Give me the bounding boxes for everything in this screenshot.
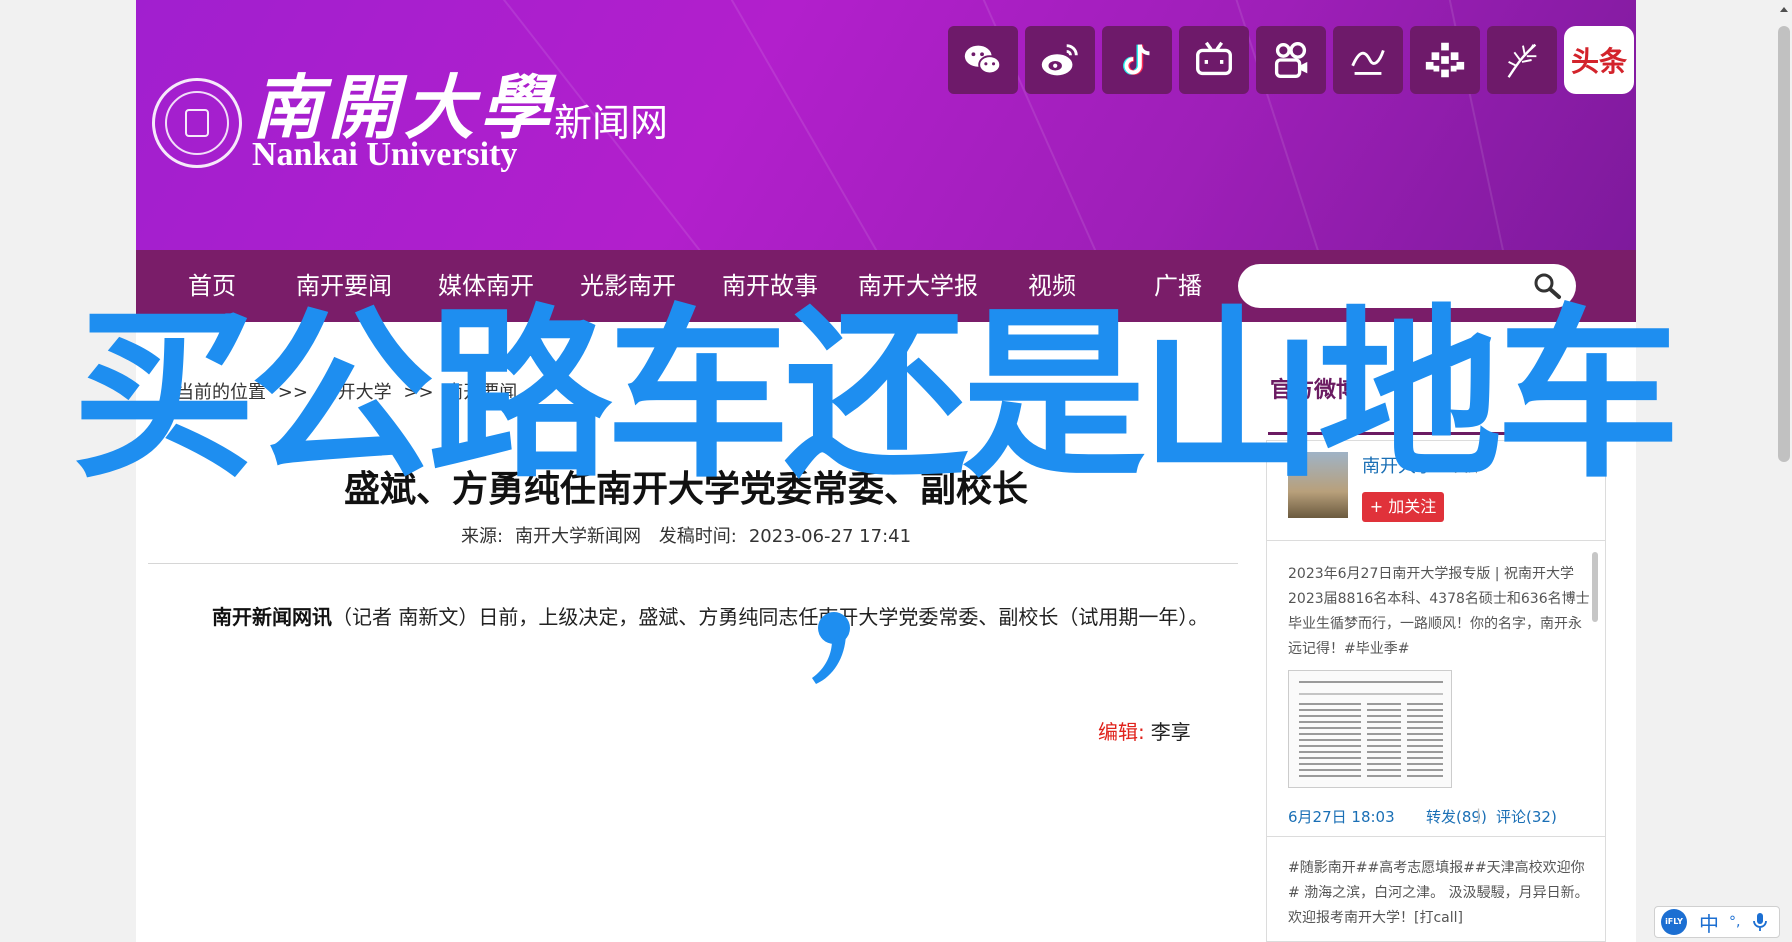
editor-label: 编辑:	[1098, 720, 1145, 744]
article-body: 南开新闻网讯（记者 南新文）日前，上级决定，盛斌、方勇纯同志任南开大学党委常委、…	[212, 602, 1212, 632]
article-time: 2023-06-27 17:41	[748, 526, 912, 547]
douyin-icon[interactable]	[1102, 26, 1172, 94]
leaf-icon[interactable]	[1487, 26, 1557, 94]
ime-logo-icon[interactable]: iFLY	[1661, 909, 1687, 935]
overlay-headline: 买公路车还是山地车	[72, 289, 1680, 503]
weibo-icon[interactable]	[1025, 26, 1095, 94]
weibo-separator	[1266, 836, 1606, 837]
wechat-icon[interactable]	[948, 26, 1018, 94]
browser-scrollbar-thumb[interactable]	[1778, 26, 1790, 462]
time-label: 发稿时间:	[658, 526, 737, 547]
source-label: 来源:	[460, 526, 504, 547]
xuexi-icon[interactable]	[1333, 26, 1403, 94]
comment-link[interactable]: 评论(32)	[1496, 806, 1557, 827]
ime-toolbar: iFLY 中 °,	[1654, 906, 1780, 938]
browser-viewport: { "banner": { "logo_cn": "南開大學", "logo_e…	[0, 0, 1792, 942]
action-divider: |	[1476, 806, 1482, 824]
bilibili-icon[interactable]	[1179, 26, 1249, 94]
scroll-up-icon[interactable]	[1778, 4, 1790, 16]
article-source: 南开大学新闻网	[515, 526, 642, 547]
article-meta: 来源: 南开大学新闻网 发稿时间: 2023-06-27 17:41	[136, 522, 1236, 548]
sidebar-scrollbar[interactable]	[1592, 552, 1598, 622]
kuaishou-icon[interactable]	[1256, 26, 1326, 94]
weibo-post-time[interactable]: 6月27日 18:03	[1288, 806, 1395, 827]
ime-punctuation-toggle[interactable]: °,	[1729, 914, 1740, 930]
article-editor: 编辑: 李享	[1098, 716, 1191, 745]
weibo-post-text: #随影南开##高考志愿填报##天津高校欢迎你# 渤海之滨，白河之津。 汲汲駸駸，…	[1288, 860, 1589, 926]
ime-language-toggle[interactable]: 中	[1699, 908, 1719, 937]
microphone-icon[interactable]	[1752, 912, 1768, 932]
banner-ray	[696, 0, 958, 250]
logo-english-name[interactable]: Nankai University	[252, 136, 517, 174]
toutiao-label: 头条	[1570, 45, 1627, 78]
site-banner: 南開大學 Nankai University 新闻网 头条	[136, 0, 1636, 250]
site-name: 新闻网	[554, 101, 669, 145]
article-lead: 南开新闻网讯	[212, 605, 332, 629]
weibo-separator	[1266, 540, 1606, 541]
article-divider	[148, 563, 1238, 564]
editor-name: 李享	[1150, 720, 1191, 744]
weibo-post-text: 2023年6月27日南开大学报专版 | 祝南开大学2023届8816名本科、43…	[1288, 566, 1590, 657]
university-seal-logo[interactable]	[152, 78, 242, 168]
article-text: （记者 南新文）日前，上级决定，盛斌、方勇纯同志任南开大学党委常委、副校长（试用…	[332, 605, 1209, 629]
weibo-post-image[interactable]	[1288, 670, 1452, 788]
overlay-comma-mark	[812, 612, 850, 684]
network-icon[interactable]	[1410, 26, 1480, 94]
toutiao-icon[interactable]: 头条	[1564, 26, 1634, 94]
